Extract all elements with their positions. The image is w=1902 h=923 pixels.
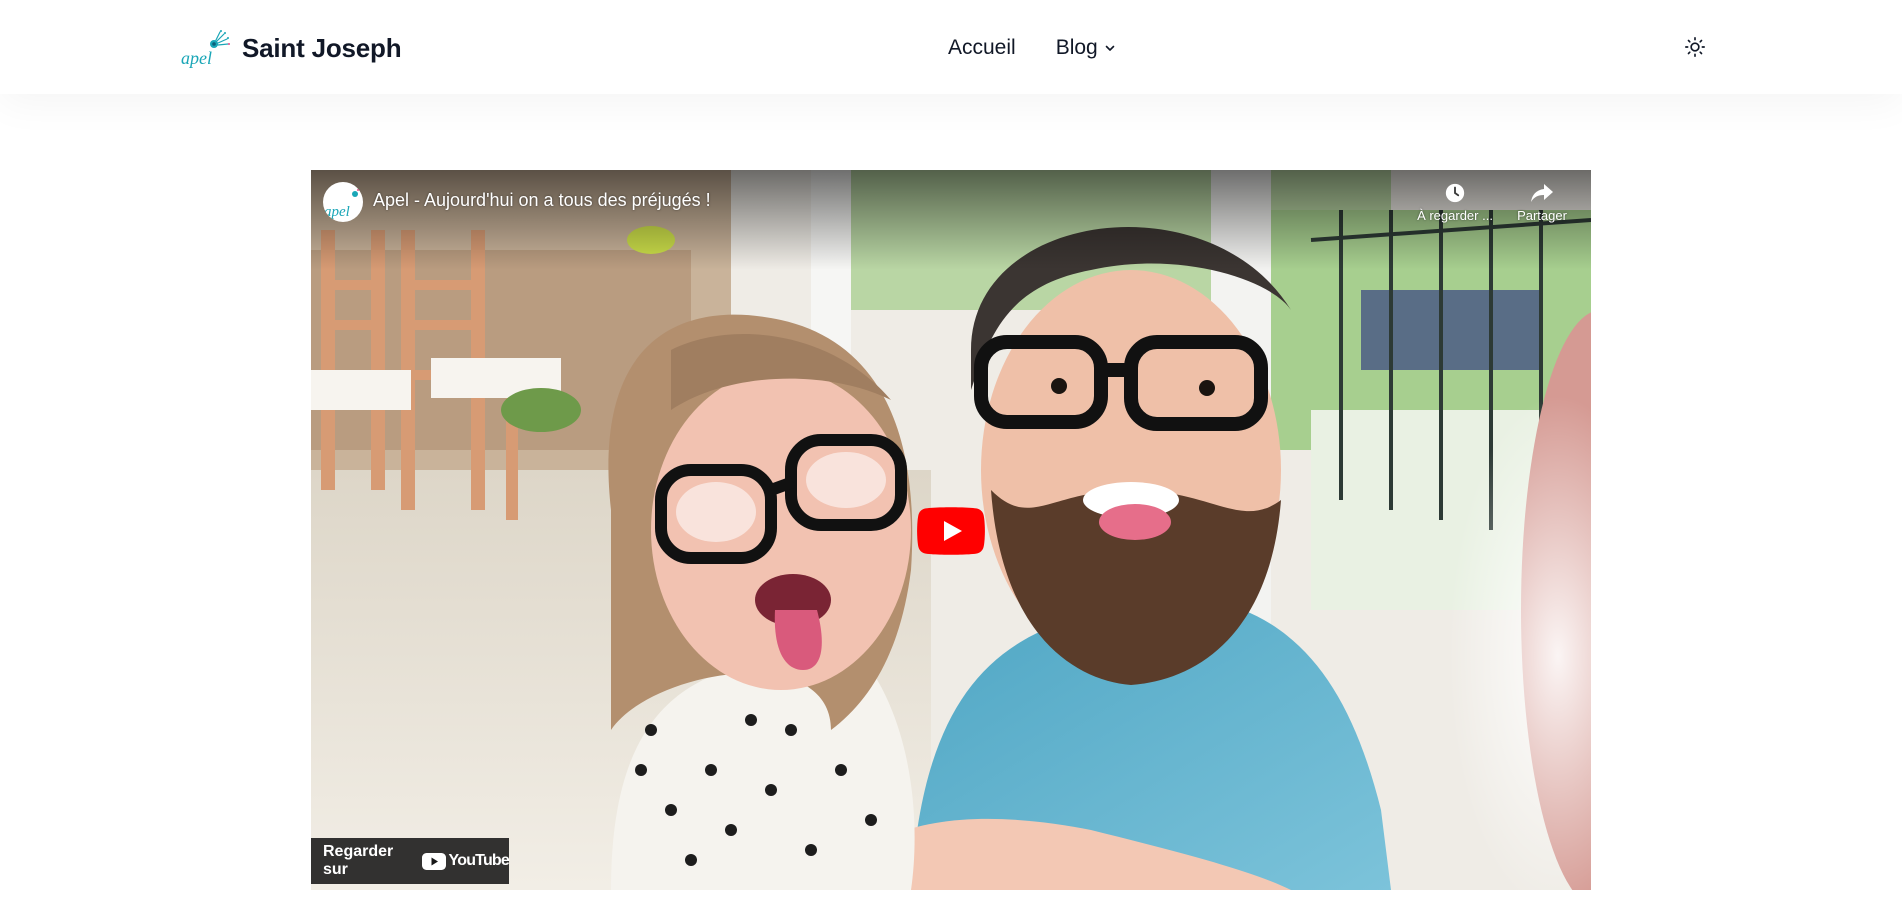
apel-logo-text: apel [181, 48, 212, 68]
nav-link-blog[interactable]: Blog [1056, 36, 1116, 60]
watch-on-youtube-button[interactable]: Regarder sur YouTube [311, 838, 510, 884]
brand-link[interactable]: apel Saint Joseph [180, 28, 402, 68]
clock-icon [1445, 183, 1465, 203]
apel-logo: apel [181, 30, 230, 68]
watch-later-button[interactable]: À regarder ... [1412, 182, 1498, 223]
watch-on-label: Regarder sur [323, 843, 394, 878]
share-label: Partager [1517, 208, 1567, 223]
share-icon [1531, 184, 1553, 202]
site-header: apel Saint Joseph Accueil Blog [0, 0, 1902, 94]
youtube-logo: YouTube [421, 852, 510, 870]
youtube-logo-icon [421, 852, 446, 870]
nav-label-accueil: Accueil [948, 36, 1016, 59]
watch-later-label: À regarder ... [1417, 208, 1493, 223]
apel-channel-logo: apel [324, 189, 359, 220]
video-title[interactable]: Apel - Aujourd'hui on a tous des préjugé… [373, 190, 711, 211]
play-button[interactable] [917, 507, 985, 555]
nav-label-blog: Blog [1055, 36, 1098, 59]
sun-icon [1685, 37, 1705, 57]
youtube-embed[interactable]: apel Apel - Aujourd'hui on a tous des pr… [311, 170, 1591, 890]
youtube-wordmark: YouTube [448, 852, 510, 869]
share-button[interactable]: Partager [1499, 182, 1585, 223]
theme-toggle-button[interactable] [1682, 34, 1708, 60]
play-icon [917, 507, 985, 555]
brand-name: Saint Joseph [242, 32, 402, 63]
nav-link-accueil[interactable]: Accueil [948, 36, 1016, 60]
chevron-down-icon [1105, 45, 1115, 51]
channel-avatar[interactable]: apel [323, 182, 363, 222]
main-nav: Accueil Blog [948, 30, 1116, 66]
title-overlay-gradient [311, 170, 1591, 270]
